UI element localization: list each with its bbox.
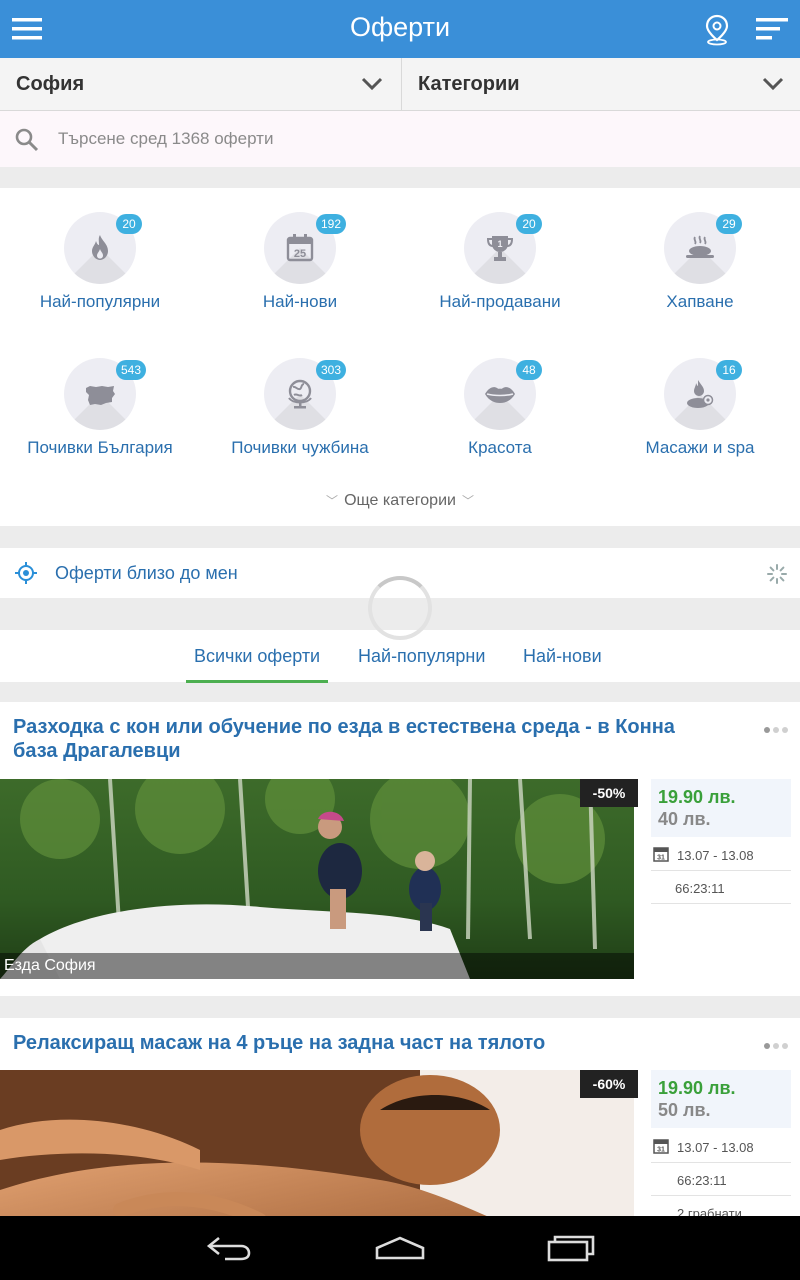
- tab-all-offers[interactable]: Всички оферти: [186, 646, 329, 683]
- offer-sold-row: 2 грабнати: [651, 1196, 791, 1216]
- city-dropdown[interactable]: София: [0, 58, 400, 111]
- offer-dates-row: 31 13.07 - 13.08: [651, 838, 791, 871]
- filter-bar: София Категории: [0, 58, 800, 111]
- globe-icon: [288, 379, 312, 409]
- loading-icon: [767, 564, 787, 584]
- category-label: Най-нови: [262, 292, 338, 311]
- discount-badge: -50%: [580, 779, 638, 807]
- price-box: 19.90 лв. 40 лв.: [651, 779, 791, 837]
- new-price: 19.90 лв.: [658, 787, 736, 807]
- nearby-offers-label: Оферти близо до мен: [55, 563, 238, 583]
- more-categories-link[interactable]: ﹀ Още категории ﹀: [0, 492, 800, 510]
- search-bar: [0, 111, 800, 167]
- back-icon[interactable]: [205, 1232, 255, 1264]
- sort-icon[interactable]: [752, 12, 792, 46]
- massage-photo: [0, 1070, 634, 1216]
- offer-sold-count: 2 грабнати: [677, 1206, 742, 1216]
- offer-card[interactable]: Разходка с кон или обучение по езда в ес…: [0, 702, 800, 996]
- chevron-down-icon: [361, 77, 383, 91]
- search-input[interactable]: [58, 123, 758, 155]
- chevron-down-icon: ﹀: [326, 494, 339, 508]
- offer-info: 31 13.07 - 13.08 66:23:11: [651, 838, 791, 904]
- category-count-badge: 16: [716, 360, 742, 380]
- chevron-down-icon: [762, 77, 784, 91]
- category-holidays-bulgaria[interactable]: 543 Почивки България: [0, 334, 200, 464]
- category-label: Красота: [468, 438, 532, 457]
- tab-most-popular[interactable]: Най-популярни: [358, 646, 485, 667]
- category-most-popular[interactable]: 20 Най-популярни: [0, 188, 200, 318]
- offer-timer-row: 66:23:11: [651, 1163, 791, 1196]
- offer-dates-row: 31 13.07 - 13.08: [651, 1130, 791, 1163]
- category-holidays-abroad[interactable]: 303 Почивки чужбина: [200, 334, 400, 464]
- categories-grid: 20 Най-популярни 25 192 Най-нови 1 20 На…: [0, 188, 800, 526]
- system-navigation-bar: [0, 1216, 800, 1280]
- spa-stones-icon: [687, 380, 714, 408]
- city-dropdown-label: София: [16, 73, 85, 95]
- category-count-badge: 20: [116, 214, 142, 234]
- category-label: Почивки чужбина: [231, 438, 369, 457]
- offer-timer-row: 66:23:11: [651, 871, 791, 904]
- category-label: Хапване: [666, 292, 734, 311]
- categories-dropdown-label: Категории: [418, 73, 520, 95]
- category-label: Най-популярни: [39, 292, 161, 311]
- chevron-down-icon: ﹀: [461, 494, 474, 508]
- category-label: Най-продавани: [439, 292, 561, 311]
- offer-card[interactable]: Релаксиращ масаж на 4 ръце на задна част…: [0, 1018, 800, 1216]
- discount-badge: -60%: [580, 1070, 638, 1098]
- offer-title[interactable]: Разходка с кон или обучение по езда в ес…: [13, 715, 713, 763]
- category-count-badge: 303: [316, 360, 347, 380]
- offer-image[interactable]: Езда София: [0, 779, 634, 979]
- category-bestselling[interactable]: 1 20 Най-продавани: [400, 188, 600, 318]
- category-count-badge: 29: [716, 214, 742, 234]
- category-count-badge: 192: [316, 214, 347, 234]
- new-price: 19.90 лв.: [658, 1078, 736, 1098]
- calendar-icon-day: 31: [657, 855, 665, 862]
- offer-dates: 13.07 - 13.08: [677, 1140, 754, 1155]
- calendar-icon: 25: [286, 234, 314, 262]
- category-massage-spa[interactable]: 16 Масажи и spa: [600, 334, 800, 464]
- categories-dropdown[interactable]: Категории: [401, 58, 800, 111]
- loading-spinner: [368, 576, 432, 640]
- app-bar: Оферти: [0, 0, 800, 58]
- food-dish-icon: [686, 235, 714, 258]
- trophy-icon: 1: [486, 236, 514, 261]
- search-icon: [15, 128, 39, 152]
- category-count-badge: 48: [516, 360, 542, 380]
- offer-info: 31 13.07 - 13.08 66:23:11 2 грабнати: [651, 1130, 791, 1216]
- fire-icon: [92, 235, 108, 260]
- category-label: Почивки България: [27, 438, 173, 457]
- offer-timer: 66:23:11: [677, 1173, 727, 1188]
- offer-image-caption: Езда София: [0, 953, 634, 979]
- calendar-icon: 31: [653, 1139, 669, 1154]
- category-food[interactable]: 29 Хапване: [600, 188, 800, 318]
- category-count-badge: 20: [516, 214, 542, 234]
- page-title: Оферти: [349, 12, 451, 42]
- calendar-icon: 31: [653, 847, 669, 862]
- bulgaria-map-icon: [86, 386, 115, 405]
- old-price: 40 лв.: [658, 809, 711, 829]
- offer-title[interactable]: Релаксиращ масаж на 4 ръце на задна част…: [13, 1031, 713, 1055]
- recents-icon[interactable]: [546, 1232, 596, 1264]
- tab-newest[interactable]: Най-нови: [523, 646, 602, 667]
- calendar-icon-day: 25: [294, 248, 306, 260]
- price-box: 19.90 лв. 50 лв.: [651, 1070, 791, 1128]
- gps-target-icon: [15, 562, 37, 584]
- more-categories-label: Още категории: [344, 492, 456, 509]
- home-icon[interactable]: [374, 1232, 426, 1264]
- offer-pager-dots: [761, 1036, 788, 1054]
- category-count-badge: 543: [116, 360, 147, 380]
- offer-image[interactable]: [0, 1070, 634, 1216]
- location-pin-icon[interactable]: [700, 12, 734, 46]
- lips-icon: [485, 387, 515, 403]
- old-price: 50 лв.: [658, 1100, 711, 1120]
- trophy-icon-rank: 1: [497, 239, 502, 249]
- offer-pager-dots: [761, 720, 788, 738]
- category-newest[interactable]: 25 192 Най-нови: [200, 188, 400, 318]
- offer-timer: 66:23:11: [675, 881, 725, 896]
- category-beauty[interactable]: 48 Красота: [400, 334, 600, 464]
- offer-dates: 13.07 - 13.08: [677, 848, 754, 863]
- calendar-icon-day: 31: [657, 1147, 665, 1154]
- category-label: Масажи и spa: [645, 438, 755, 457]
- horse-riding-photo: [0, 779, 634, 979]
